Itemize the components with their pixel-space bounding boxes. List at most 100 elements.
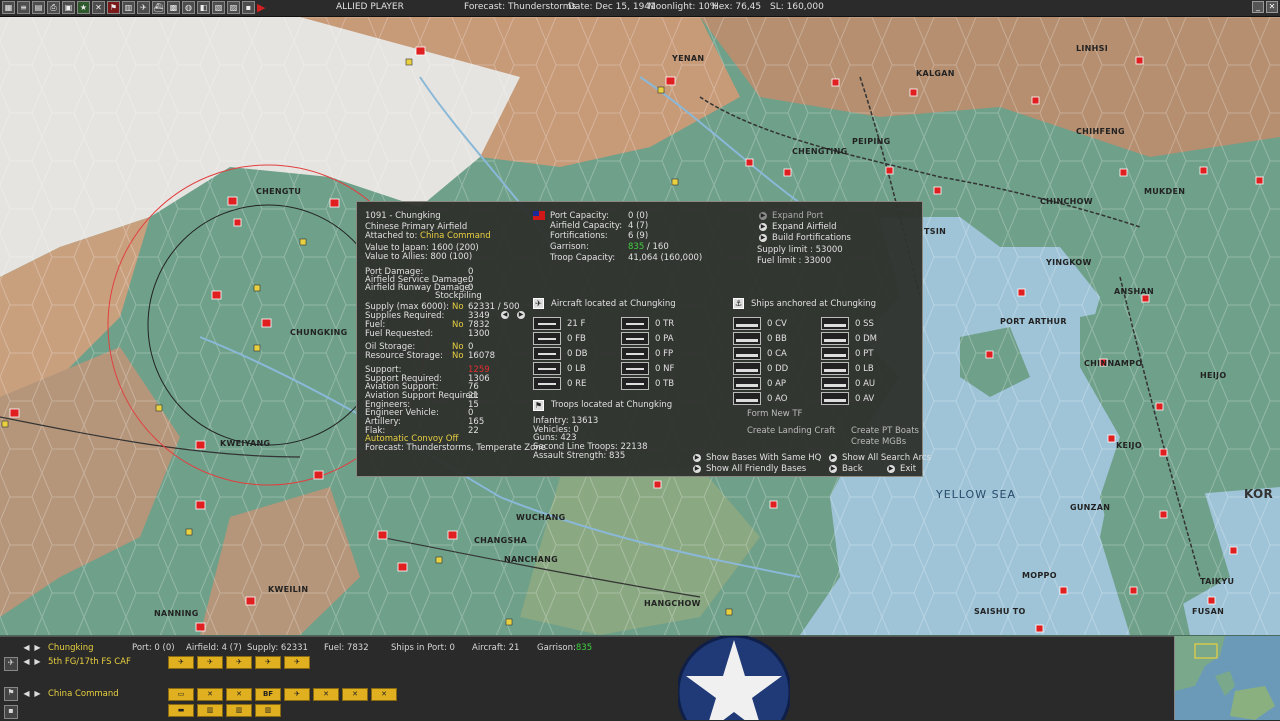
resource-stockpile-toggle[interactable]: No xyxy=(452,352,464,361)
unit-command-button[interactable]: BF xyxy=(255,688,281,701)
ship-type-icon[interactable] xyxy=(733,377,761,390)
next-air-unit-icon[interactable]: ▶ xyxy=(33,657,42,666)
unit-command-button[interactable]: ✕ xyxy=(197,688,223,701)
supply-stockpile-toggle[interactable]: No xyxy=(452,303,464,312)
unit-command-button[interactable]: ✕ xyxy=(342,688,368,701)
create-landing-craft-button[interactable]: Create Landing Craft xyxy=(747,427,835,436)
aircraft-type-icon[interactable] xyxy=(621,377,649,390)
ship-type-icon[interactable] xyxy=(733,332,761,345)
unit-command-button[interactable]: ✕ xyxy=(371,688,397,701)
ship-type-icon[interactable] xyxy=(821,347,849,360)
grid-icon[interactable]: ▦ xyxy=(2,1,15,14)
air-unit-name[interactable]: 5th FG/17th FS CAF xyxy=(48,657,131,667)
aircraft-type-icon[interactable] xyxy=(621,347,649,360)
ground-unit-button[interactable]: ▬ xyxy=(168,704,194,717)
air-mission-button[interactable]: ✈ xyxy=(168,656,194,669)
ground-unit-button[interactable]: ▥ xyxy=(255,704,281,717)
ship-type-icon[interactable] xyxy=(821,332,849,345)
prev-air-unit-icon[interactable]: ◀ xyxy=(22,657,31,666)
air-mission-button[interactable]: ✈ xyxy=(284,656,310,669)
expand-port-button[interactable]: Expand Port xyxy=(772,212,823,221)
end-turn-icon[interactable]: ▶ xyxy=(257,1,267,14)
aircraft-stat: Aircraft: 21 xyxy=(472,643,520,653)
show-bases-same-hq-button[interactable]: Show Bases With Same HQ xyxy=(706,454,821,463)
ship-type-icon[interactable] xyxy=(821,392,849,405)
air-mission-button[interactable]: ✈ xyxy=(197,656,223,669)
aircraft-type-icon[interactable] xyxy=(533,362,561,375)
mini-map[interactable] xyxy=(1174,636,1280,720)
calendar-icon[interactable]: ▥ xyxy=(122,1,135,14)
op-icon[interactable]: ◧ xyxy=(197,1,210,14)
prev-base-icon[interactable]: ◀ xyxy=(22,643,31,652)
list-icon[interactable]: ≡ xyxy=(17,1,30,14)
show-search-arcs-button[interactable]: Show All Search Arcs xyxy=(842,454,931,463)
back-button[interactable]: Back xyxy=(842,465,863,474)
ship-type-icon[interactable] xyxy=(733,392,761,405)
show-friendly-bases-button[interactable]: Show All Friendly Bases xyxy=(706,465,806,474)
supply-decrease-icon[interactable]: ◀ xyxy=(501,311,509,319)
next-base-icon[interactable]: ▶ xyxy=(33,643,42,652)
ship-type-icon[interactable] xyxy=(821,317,849,330)
star-icon[interactable]: ★ xyxy=(77,1,90,14)
create-mgbs-button[interactable]: Create MGBs xyxy=(851,438,906,447)
hq-icon[interactable]: ⚑ xyxy=(4,687,18,701)
expand-airfield-button[interactable]: Expand Airfield xyxy=(772,223,837,232)
document-icon[interactable]: ▣ xyxy=(62,1,75,14)
ship-type-icon[interactable] xyxy=(733,362,761,375)
aircraft-header[interactable]: Aircraft located at Chungking xyxy=(551,300,676,309)
ship-type-icon[interactable] xyxy=(821,377,849,390)
air-mission-button[interactable]: ✈ xyxy=(255,656,281,669)
ground-unit-icon[interactable]: ▪ xyxy=(4,705,18,719)
ship-type-icon[interactable] xyxy=(821,362,849,375)
aircraft-type-icon[interactable] xyxy=(533,317,561,330)
globe-icon[interactable]: ◍ xyxy=(182,1,195,14)
map-label: CHINNAMPO xyxy=(1084,359,1143,368)
ship-count: 0 AU xyxy=(855,379,876,389)
aircraft-type-icon[interactable] xyxy=(621,362,649,375)
ship-icon[interactable]: ⛴ xyxy=(152,1,165,14)
next-hq-icon[interactable]: ▶ xyxy=(33,689,42,698)
flag-icon[interactable]: ⚑ xyxy=(107,1,120,14)
minimize-icon[interactable]: _ xyxy=(1252,1,1264,13)
aircraft-type-icon[interactable] xyxy=(621,332,649,345)
unit-command-button[interactable]: ✕ xyxy=(226,688,252,701)
aircraft-type-icon[interactable] xyxy=(621,317,649,330)
ships-header[interactable]: Ships anchored at Chungking xyxy=(751,300,876,309)
aircraft-type-icon[interactable] xyxy=(533,332,561,345)
form-tf-button[interactable]: Form New TF xyxy=(747,410,802,419)
ship-type-icon[interactable] xyxy=(733,347,761,360)
exit-button[interactable]: Exit xyxy=(900,465,916,474)
air-unit-icon[interactable]: ✈ xyxy=(4,657,18,671)
report-icon[interactable]: ▧ xyxy=(212,1,225,14)
air-mission-button[interactable]: ✈ xyxy=(226,656,252,669)
print-icon[interactable]: ⎙ xyxy=(47,1,60,14)
prev-hq-icon[interactable]: ◀ xyxy=(22,689,31,698)
create-pt-boats-button[interactable]: Create PT Boats xyxy=(851,427,919,436)
build-fortifications-button[interactable]: Build Fortifications xyxy=(772,234,851,243)
aircraft-type-icon[interactable] xyxy=(533,347,561,360)
aircraft-type-icon[interactable] xyxy=(533,377,561,390)
unit-command-button[interactable]: ✈ xyxy=(284,688,310,701)
sea-label: YELLOW SEA xyxy=(936,488,1017,501)
unit-command-button[interactable]: ▭ xyxy=(168,688,194,701)
save-icon[interactable]: ▪ xyxy=(242,1,255,14)
selected-base-name[interactable]: Chungking xyxy=(48,643,94,653)
supply-increase-icon[interactable]: ▶ xyxy=(517,311,525,319)
unit-icon[interactable]: ▩ xyxy=(167,1,180,14)
ground-unit-button[interactable]: ▥ xyxy=(197,704,223,717)
map-icon[interactable]: ▤ xyxy=(32,1,45,14)
ground-unit-button[interactable]: ▥ xyxy=(226,704,252,717)
attached-hq-link[interactable]: China Command xyxy=(420,231,491,241)
hq-name[interactable]: China Command xyxy=(48,689,119,699)
ship-type-icon[interactable] xyxy=(733,317,761,330)
troops-header[interactable]: Troops located at Chungking xyxy=(551,401,672,410)
news-icon[interactable]: ▨ xyxy=(227,1,240,14)
unit-command-button[interactable]: ✕ xyxy=(313,688,339,701)
aircraft-icon: ✈ xyxy=(533,298,544,309)
build-fortifications-icon: ▶ xyxy=(759,234,767,242)
crossed-tools-icon[interactable]: ✕ xyxy=(92,1,105,14)
map-label: YENAN xyxy=(672,54,705,63)
fuel-stockpile-toggle[interactable]: No xyxy=(452,321,464,330)
aircraft-icon[interactable]: ✈ xyxy=(137,1,150,14)
close-icon[interactable]: ✕ xyxy=(1266,1,1278,13)
